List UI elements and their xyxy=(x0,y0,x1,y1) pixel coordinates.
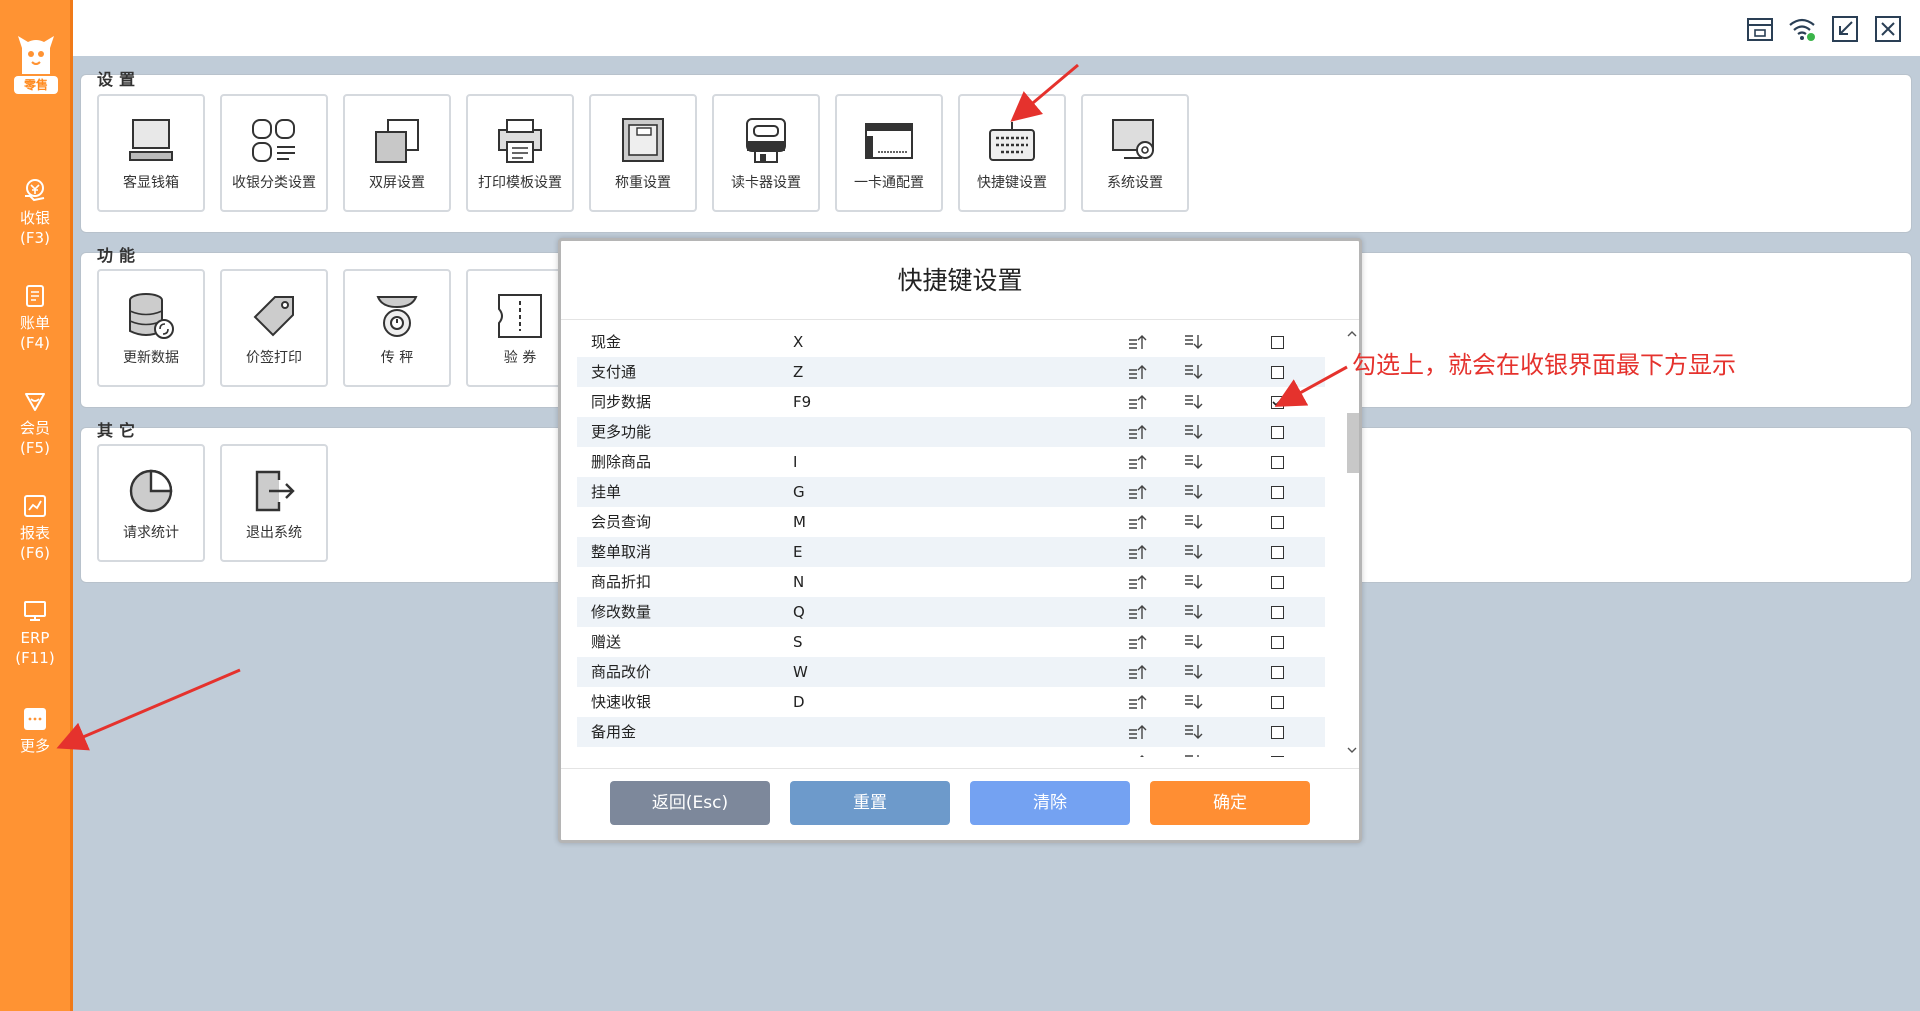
arrow-to-shortcut-tile xyxy=(1010,63,1079,122)
arrow-to-checkbox xyxy=(1274,365,1348,407)
arrow-to-more xyxy=(56,668,241,751)
annotation-arrows xyxy=(56,63,1348,751)
annotation-note: 勾选上，就会在收银界面最下方显示 xyxy=(1352,351,1736,379)
